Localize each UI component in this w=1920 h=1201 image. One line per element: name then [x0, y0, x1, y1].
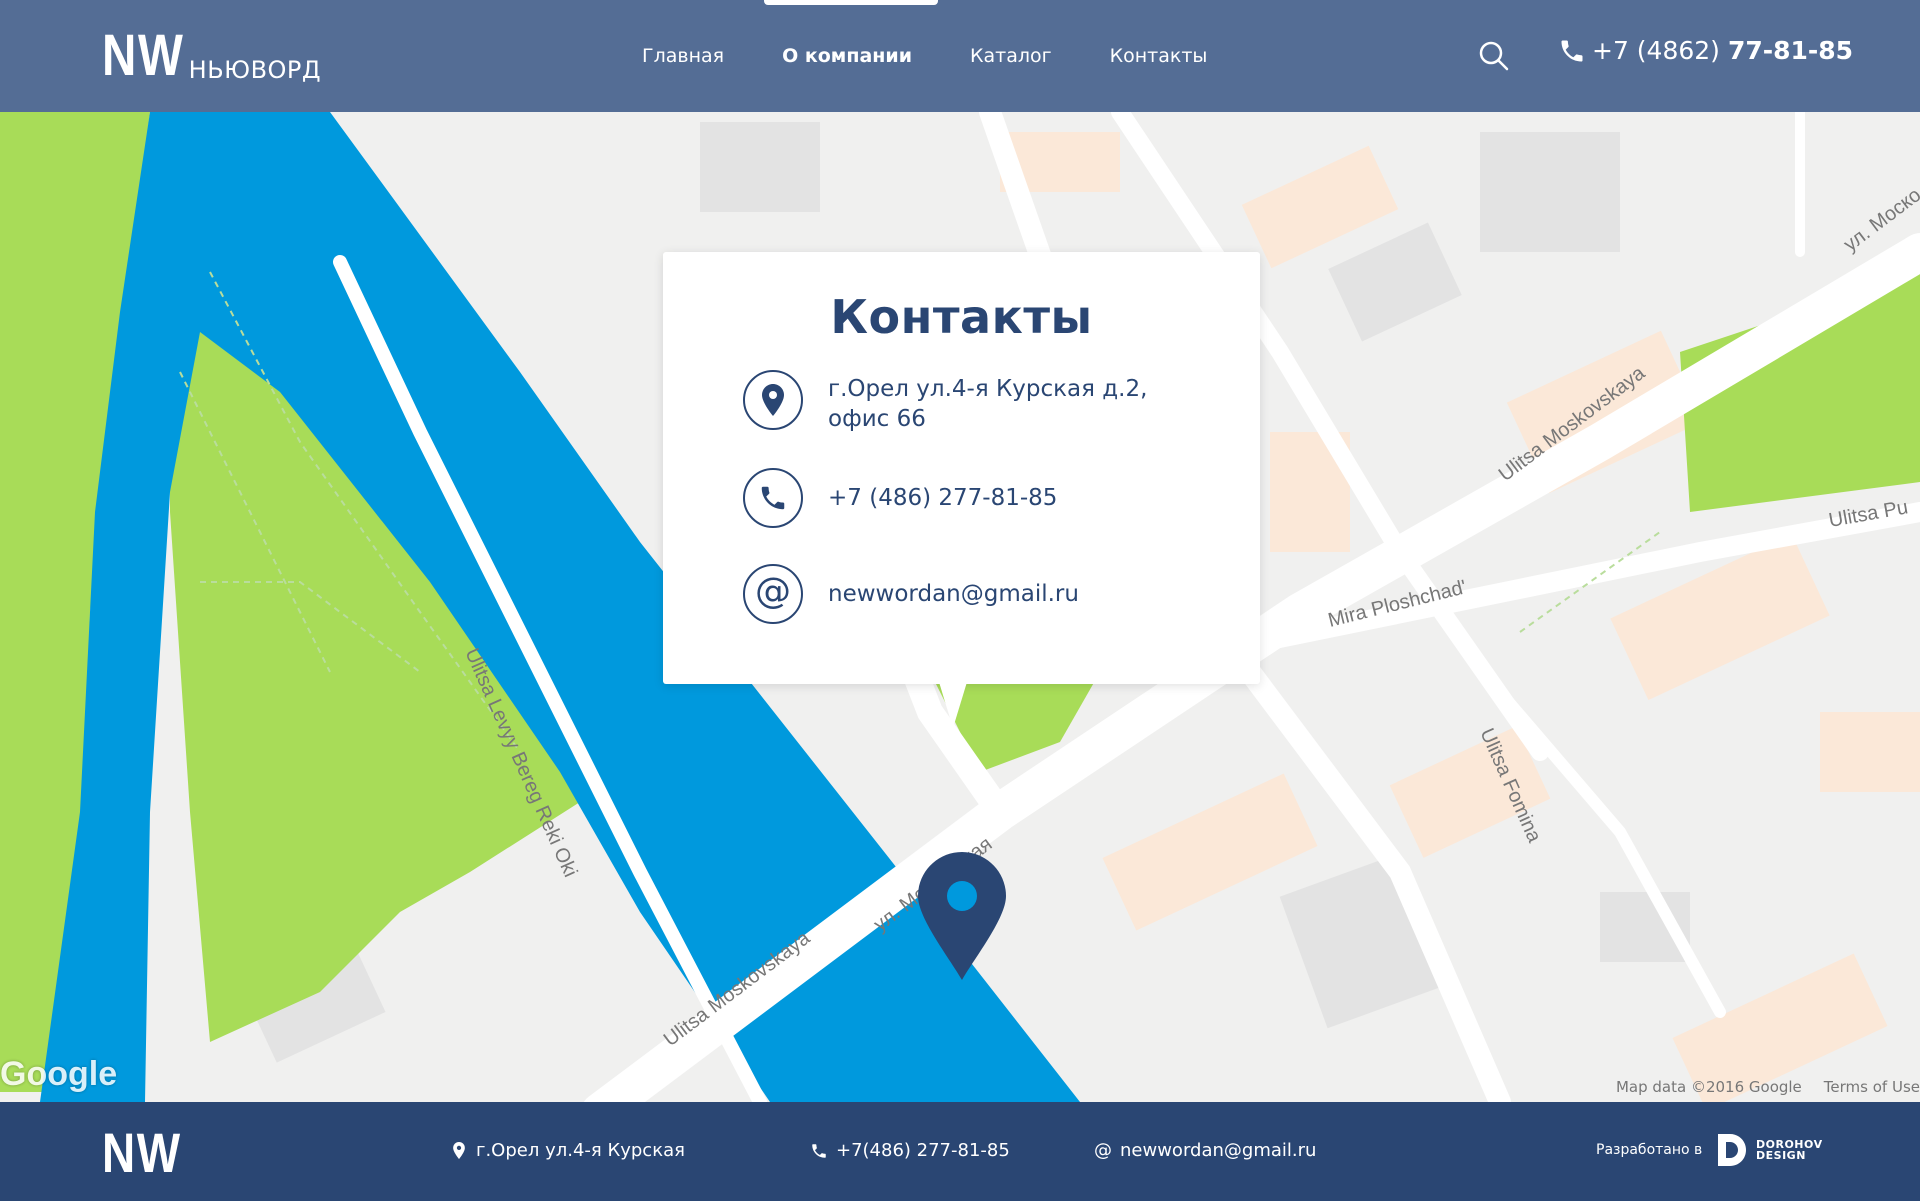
site-logo[interactable]: NW НЬЮВОРД — [102, 23, 322, 88]
map-attribution: Map data ©2016 Google Terms of Use — [1616, 1078, 1920, 1096]
nav-item-home[interactable]: Главная — [642, 0, 724, 112]
nav-item-about[interactable]: О компании — [764, 0, 938, 112]
site-footer: NW г.Орел ул.4-я Курская +7(486) 277-81-… — [0, 1102, 1920, 1201]
contact-email-text: newwordan@gmail.ru — [828, 581, 1079, 607]
header-phone-prefix: +7 (4862) — [1592, 36, 1720, 65]
main-nav: Главная О компании Каталог Контакты — [642, 0, 1265, 112]
at-icon: @ — [1094, 1140, 1112, 1161]
footer-logo[interactable]: NW — [102, 1125, 182, 1181]
logo-mark: NW — [102, 23, 185, 88]
studio-logo[interactable]: DOROHOV DESIGN — [1718, 1134, 1823, 1166]
map-data-label: Map data ©2016 Google — [1615, 1078, 1802, 1096]
address-line-2: офис 66 — [828, 406, 926, 432]
footer-address: г.Орел ул.4-я Курская — [450, 1140, 685, 1161]
nav-item-catalog[interactable]: Каталог — [970, 0, 1052, 112]
phone-icon — [743, 468, 803, 528]
contact-phone-text: +7 (486) 277-81-85 — [828, 485, 1058, 511]
site-header: NW НЬЮВОРД Главная О компании Каталог Ко… — [0, 0, 1920, 112]
phone-icon — [1561, 40, 1583, 61]
location-pin-icon — [450, 1142, 468, 1160]
map-terms-link[interactable]: Terms of Use — [1824, 1078, 1920, 1096]
footer-email[interactable]: @ newwordan@gmail.ru — [1094, 1140, 1316, 1161]
phone-icon — [810, 1142, 828, 1160]
footer-phone[interactable]: +7(486) 277-81-85 — [810, 1140, 1010, 1161]
google-logo: Google — [0, 1055, 118, 1093]
contact-address-text: г.Орел ул.4-я Курская д.2, офис 66 — [828, 374, 1147, 434]
footer-email-text: newwordan@gmail.ru — [1120, 1140, 1317, 1161]
contacts-card: Контакты г.Орел ул.4-я Курская д.2, офис… — [663, 252, 1260, 728]
header-phone-link[interactable]: +7 (4862) 77-81-85 — [1558, 36, 1853, 65]
nav-item-contacts[interactable]: Контакты — [1110, 0, 1208, 112]
studio-logo-icon — [1718, 1134, 1746, 1166]
header-phone-main: 77-81-85 — [1727, 36, 1854, 65]
location-pin-icon — [743, 370, 803, 430]
map-marker-icon[interactable] — [918, 852, 1006, 980]
logo-text: НЬЮВОРД — [188, 56, 322, 84]
contact-address: г.Орел ул.4-я Курская д.2, офис 66 — [743, 370, 1147, 434]
search-icon[interactable] — [1478, 40, 1510, 72]
studio-name-line-2: DESIGN — [1756, 1149, 1806, 1162]
footer-developed-by: Разработано в — [1596, 1142, 1703, 1158]
contact-email[interactable]: @ newwordan@gmail.ru — [743, 564, 1079, 624]
at-icon: @ — [743, 564, 803, 624]
footer-phone-text: +7(486) 277-81-85 — [836, 1140, 1010, 1161]
address-line-1: г.Орел ул.4-я Курская д.2, — [828, 376, 1148, 402]
contact-phone[interactable]: +7 (486) 277-81-85 — [743, 468, 1057, 528]
contacts-title: Контакты — [830, 290, 1093, 344]
footer-address-text: г.Орел ул.4-я Курская — [476, 1140, 685, 1161]
